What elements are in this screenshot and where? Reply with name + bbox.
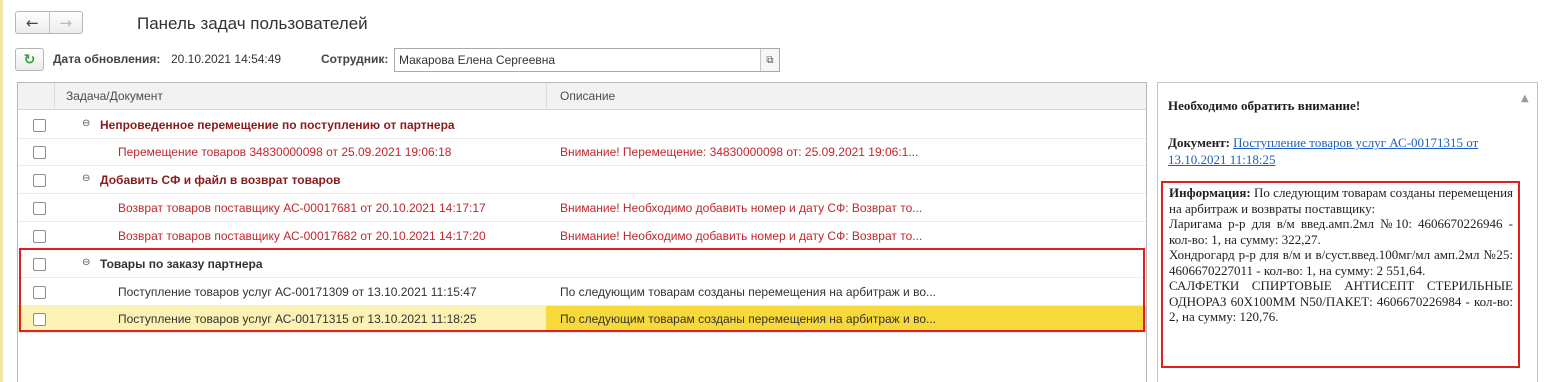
information-item: Ларигама р-р для в/м введ.амп.2мл №10: 4…	[1169, 216, 1513, 247]
task-document-link[interactable]: Возврат товаров поставщику АС-00017681 о…	[118, 201, 486, 215]
column-header-task[interactable]: Задача/Документ	[66, 89, 163, 103]
group-title: Добавить СФ и файл в возврат товаров	[100, 173, 341, 187]
back-arrow-icon[interactable]: ←	[16, 12, 50, 33]
document-line: Документ: Поступление товаров услуг АС-0…	[1168, 134, 1508, 168]
document-label: Документ:	[1168, 135, 1230, 150]
tasks-table: Задача/Документ Описание ⊖ Непроведенное…	[17, 82, 1147, 382]
employee-label: Сотрудник:	[321, 52, 389, 66]
row-checkbox[interactable]	[33, 230, 46, 243]
column-divider	[54, 83, 55, 110]
column-header-description[interactable]: Описание	[560, 89, 615, 103]
page-title: Панель задач пользователей	[137, 14, 368, 33]
forward-arrow-icon[interactable]: →	[50, 12, 83, 33]
table-row[interactable]: Возврат товаров поставщику АС-00017682 о…	[18, 223, 1146, 250]
row-checkbox[interactable]	[33, 313, 46, 326]
update-date-value: 20.10.2021 14:54:49	[171, 52, 282, 66]
update-date-label: Дата обновления:	[53, 52, 161, 66]
task-document-link[interactable]: Поступление товаров услуг АС-00171309 от…	[118, 285, 477, 299]
collapse-group-icon[interactable]: ⊖	[82, 118, 90, 129]
row-checkbox[interactable]	[33, 258, 46, 271]
group-row[interactable]: ⊖ Непроведенное перемещение по поступлен…	[18, 112, 1146, 139]
task-document-link[interactable]: Поступление товаров услуг АС-00171315 от…	[118, 312, 477, 326]
task-description: Внимание! Необходимо добавить номер и да…	[560, 201, 923, 215]
row-checkbox[interactable]	[33, 174, 46, 187]
open-form-icon[interactable]: ⧉	[760, 49, 779, 71]
task-description: По следующим товарам созданы перемещения…	[560, 285, 936, 299]
table-header: Задача/Документ Описание	[18, 83, 1146, 110]
row-checkbox[interactable]	[33, 119, 46, 132]
table-row[interactable]: Перемещение товаров 34830000098 от 25.09…	[18, 139, 1146, 166]
employee-field[interactable]: Макарова Елена Сергеевна ⧉	[394, 48, 780, 72]
task-document-link[interactable]: Перемещение товаров 34830000098 от 25.09…	[118, 145, 451, 159]
information-label: Информация:	[1169, 185, 1251, 200]
navigation-buttons: ← →	[15, 11, 83, 34]
task-description: По следующим товарам созданы перемещения…	[560, 312, 936, 326]
collapse-group-icon[interactable]: ⊖	[82, 173, 90, 184]
group-title: Непроведенное перемещение по поступлению…	[100, 118, 455, 132]
task-document-link[interactable]: Возврат товаров поставщику АС-00017682 о…	[118, 229, 486, 243]
refresh-icon[interactable]: ↻	[15, 48, 44, 71]
task-description: Внимание! Перемещение: 34830000098 от: 2…	[560, 145, 919, 159]
table-row[interactable]: Поступление товаров услуг АС-00171309 от…	[18, 279, 1146, 306]
information-item: Хондрогард р-р для в/м и в/суст.введ.100…	[1169, 247, 1513, 278]
row-checkbox[interactable]	[33, 286, 46, 299]
window-edge-accent	[0, 0, 3, 382]
group-title: Товары по заказу партнера	[100, 257, 263, 271]
information-block: Информация: По следующим товарам созданы…	[1161, 181, 1520, 368]
table-row[interactable]: Возврат товаров поставщику АС-00017681 о…	[18, 195, 1146, 222]
table-row-selected[interactable]: Поступление товаров услуг АС-00171315 от…	[18, 306, 1146, 333]
group-row[interactable]: ⊖ Товары по заказу партнера	[18, 251, 1146, 278]
information-item: САЛФЕТКИ СПИРТОВЫЕ АНТИСЕПТ СТЕРИЛЬНЫЕ О…	[1169, 278, 1513, 324]
scroll-up-icon[interactable]: ▲	[1521, 93, 1529, 104]
column-divider	[546, 83, 547, 110]
employee-value[interactable]: Макарова Елена Сергеевна	[399, 53, 555, 67]
group-row[interactable]: ⊖ Добавить СФ и файл в возврат товаров	[18, 167, 1146, 194]
row-checkbox[interactable]	[33, 202, 46, 215]
collapse-group-icon[interactable]: ⊖	[82, 257, 90, 268]
details-heading: Необходимо обратить внимание!	[1168, 98, 1361, 113]
task-description: Внимание! Необходимо добавить номер и да…	[560, 229, 923, 243]
row-checkbox[interactable]	[33, 146, 46, 159]
